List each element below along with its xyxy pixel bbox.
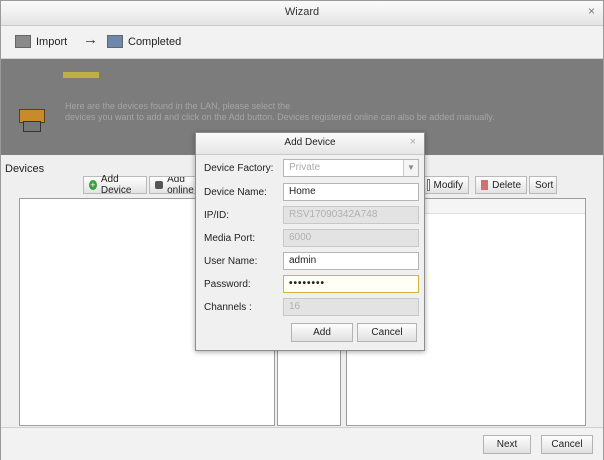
delete-label: Delete (492, 179, 521, 191)
dialog-close-icon[interactable]: × (410, 136, 416, 148)
media-port-input: 6000 (283, 229, 419, 247)
channels-label: Channels : (204, 302, 252, 313)
step-completed: Completed (107, 35, 181, 48)
delete-button[interactable]: Delete (475, 176, 527, 194)
add-device-label: Add Device (100, 174, 132, 196)
user-name-input[interactable]: admin (283, 252, 419, 270)
ip-id-row: IP/ID: RSV17090342A748 (204, 206, 419, 224)
banner-text: Here are the devices found in the LAN, p… (65, 101, 565, 123)
user-name-label: User Name: (204, 256, 258, 267)
chevron-down-icon[interactable]: ▼ (403, 160, 418, 176)
channels-input: 16 (283, 298, 419, 316)
banner-highlight (63, 72, 99, 78)
banner-line-2: devices you want to add and click on the… (65, 112, 495, 122)
sort-button[interactable]: Sort (529, 176, 557, 194)
delete-icon (481, 180, 489, 190)
add-device-button[interactable]: + Add Device (83, 174, 147, 196)
ip-id-input: RSV17090342A748 (283, 206, 419, 224)
wizard-window: Wizard × Import → Completed Here are the… (0, 0, 604, 460)
wizard-steps: Import → Completed (1, 26, 603, 59)
next-button[interactable]: Next (483, 435, 531, 454)
password-row: Password: •••••••• (204, 275, 419, 293)
device-name-label: Device Name: (204, 187, 267, 198)
add-device-dialog: Add Device × Device Factory: Private ▼ D… (195, 132, 425, 351)
device-name-input[interactable]: Home (283, 183, 419, 201)
media-port-row: Media Port: 6000 (204, 229, 419, 247)
sort-label: Sort (535, 179, 554, 191)
device-factory-row: Device Factory: Private ▼ (204, 159, 419, 177)
device-factory-value: Private (289, 162, 321, 173)
dialog-add-button[interactable]: Add (291, 323, 353, 342)
device-factory-select[interactable]: Private ▼ (283, 159, 419, 177)
channels-row: Channels : 16 (204, 298, 419, 316)
completed-icon (107, 35, 123, 48)
step-arrow-icon: → (83, 31, 98, 48)
device-factory-label: Device Factory: (204, 163, 274, 174)
step-completed-label: Completed (128, 35, 182, 48)
step-import-label: Import (36, 35, 68, 48)
banner-line-1: Here are the devices found in the LAN, p… (65, 101, 291, 111)
dialog-title: Add Device (196, 133, 424, 155)
media-port-label: Media Port: (204, 233, 256, 244)
import-icon (15, 35, 31, 48)
password-input[interactable]: •••••••• (283, 275, 419, 293)
modify-label: Modify (433, 179, 463, 191)
devices-label: Devices (5, 163, 45, 175)
user-name-row: User Name: admin (204, 252, 419, 270)
window-close-icon[interactable]: × (588, 4, 595, 18)
add-icon: + (89, 180, 97, 190)
password-label: Password: (204, 279, 251, 290)
modify-button[interactable]: Modify (421, 176, 469, 194)
wizard-footer: Next Cancel (1, 427, 603, 460)
modify-icon (427, 179, 430, 191)
device-camera-icon (17, 103, 49, 132)
step-import: Import (15, 35, 67, 48)
footer-cancel-button[interactable]: Cancel (541, 435, 593, 454)
ip-id-label: IP/ID: (204, 210, 230, 221)
window-title: Wizard (284, 6, 320, 18)
online-icon (155, 181, 164, 189)
title-bar: Wizard × (1, 1, 603, 26)
dialog-cancel-button[interactable]: Cancel (357, 323, 417, 342)
device-name-row: Device Name: Home (204, 183, 419, 201)
